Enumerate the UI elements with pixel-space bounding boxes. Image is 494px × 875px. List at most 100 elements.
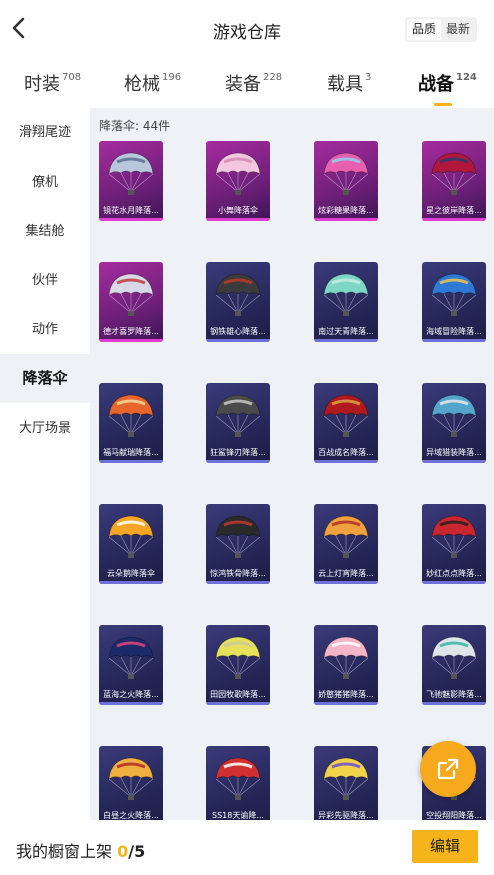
parachute-item-card[interactable]: 云朵鹅降落伞: [99, 504, 163, 584]
item-name: 异彩先驱降落...: [318, 811, 374, 820]
sidebar-item-parachute[interactable]: 降落伞: [0, 354, 90, 403]
item-name: 白昼之火降落...: [103, 811, 159, 820]
parachute-item-card[interactable]: 炫彩糖果降落...: [314, 141, 378, 221]
parachute-item-card[interactable]: 福马献瑞降落...: [99, 383, 163, 463]
tab-equipment[interactable]: 装备 228: [225, 70, 282, 96]
parachute-item-card[interactable]: 镜花水月降落...: [99, 141, 163, 221]
parachute-icon: [108, 757, 154, 800]
parachute-item-card[interactable]: 妙红点点降落...: [422, 504, 486, 584]
parachute-icon: [108, 636, 154, 679]
parachute-item-card[interactable]: 异域猎装降落...: [422, 383, 486, 463]
parachute-item-card[interactable]: 小舞降落伞: [206, 141, 270, 221]
tab-fashion[interactable]: 时装 708: [24, 70, 81, 96]
item-name: 空投翔阳降落...: [426, 811, 482, 820]
item-name: 南过天青降落...: [318, 327, 374, 336]
item-name: 云朵鹅降落伞: [107, 569, 155, 578]
item-name: 异域猎装降落...: [426, 448, 482, 457]
parachute-item-card[interactable]: 钢铁雄心降落...: [206, 262, 270, 342]
rarity-bar: [314, 218, 378, 221]
tab-label: 枪械: [124, 74, 160, 95]
parachute-item-card[interactable]: 蓝海之火降落...: [99, 625, 163, 705]
parachute-item-card[interactable]: 惊鸿铁骨降落...: [206, 504, 270, 584]
parachute-icon: [108, 515, 154, 558]
tab-label: 时装: [24, 74, 60, 95]
active-tab-indicator: [434, 103, 452, 106]
sidebar-item-glide-trail[interactable]: 滑翔尾迹: [0, 108, 90, 157]
item-name: 小舞降落伞: [218, 206, 258, 215]
parachute-icon: [323, 273, 369, 316]
tab-count: 196: [162, 72, 182, 83]
warehouse-page: 游戏仓库 品质 最新 时装 708 枪械 196 装备 228 载具 3 战备 124 滑…: [0, 0, 494, 875]
item-name: 海域冒险降落...: [426, 327, 482, 336]
item-name: 妙红点点降落...: [426, 569, 482, 578]
tab-label: 载具: [327, 74, 363, 95]
item-name: 钢铁雄心降落...: [210, 327, 266, 336]
sidebar-item-wingman[interactable]: 僚机: [0, 158, 90, 207]
parachute-icon: [323, 636, 369, 679]
parachute-icon: [431, 636, 477, 679]
parachute-item-card[interactable]: 狂鲨锋刃降落...: [206, 383, 270, 463]
parachute-item-card[interactable]: 异彩先驱降落...: [314, 746, 378, 820]
item-name: SS18天谕降...: [212, 811, 264, 820]
parachute-item-card[interactable]: 海域冒险降落...: [422, 262, 486, 342]
item-name: 惊鸿铁骨降落...: [210, 569, 266, 578]
tab-weapons[interactable]: 枪械 196: [124, 70, 181, 96]
item-name: 飞驰魅影降落...: [426, 690, 482, 699]
parachute-item-card[interactable]: 星之彼岸降落...: [422, 141, 486, 221]
parachute-item-card[interactable]: SS18天谕降...: [206, 746, 270, 820]
showcase-current-count: 0: [117, 842, 129, 861]
sort-toggle: 品质 最新: [405, 17, 477, 42]
rarity-bar: [422, 339, 486, 342]
sidebar-item-emote[interactable]: 动作: [0, 305, 90, 354]
rarity-bar: [206, 702, 270, 705]
sidebar: 滑翔尾迹 僚机 集结舱 伙伴 动作 降落伞 大厅场景: [0, 108, 90, 820]
parachute-icon: [215, 515, 261, 558]
item-name: 镜花水月降落...: [103, 206, 159, 215]
parachute-item-card[interactable]: 百战成名降落...: [314, 383, 378, 463]
rarity-bar: [206, 339, 270, 342]
parachute-icon: [215, 757, 261, 800]
item-name: 百战成名降落...: [318, 448, 374, 457]
parachute-item-card[interactable]: 娇憨猪猪降落...: [314, 625, 378, 705]
tab-readiness[interactable]: 战备 124: [418, 70, 477, 106]
rarity-bar: [99, 581, 163, 584]
rarity-bar: [314, 460, 378, 463]
sidebar-item-lobby-scene[interactable]: 大厅场景: [0, 404, 90, 453]
parachute-icon: [108, 273, 154, 316]
rarity-bar: [206, 218, 270, 221]
showcase-max-count: /5: [128, 842, 146, 861]
tab-vehicles[interactable]: 载具 3: [327, 70, 371, 96]
rarity-bar: [314, 581, 378, 584]
parachute-item-card[interactable]: 南过天青降落...: [314, 262, 378, 342]
sidebar-item-assembly-pod[interactable]: 集结舱: [0, 207, 90, 256]
parachute-item-card[interactable]: 田园牧歌降落...: [206, 625, 270, 705]
tab-count: 124: [456, 72, 477, 83]
parachute-item-card[interactable]: 飞驰魅影降落...: [422, 625, 486, 705]
item-count-label: 降落伞: 44件: [99, 119, 171, 133]
item-name: 德才喜罗降落...: [103, 327, 159, 336]
item-name: 福马献瑞降落...: [103, 448, 159, 457]
rarity-bar: [99, 702, 163, 705]
parachute-icon: [431, 515, 477, 558]
sidebar-item-companion[interactable]: 伙伴: [0, 256, 90, 305]
parachute-item-card[interactable]: 白昼之火降落...: [99, 746, 163, 820]
sort-newest-button[interactable]: 最新: [441, 19, 475, 40]
parachute-item-card[interactable]: 云上灯宵降落...: [314, 504, 378, 584]
rarity-bar: [314, 702, 378, 705]
parachute-item-card[interactable]: 德才喜罗降落...: [99, 262, 163, 342]
tab-count: 3: [365, 72, 372, 83]
item-name: 蓝海之火降落...: [103, 690, 159, 699]
tab-count: 228: [263, 72, 283, 83]
share-button[interactable]: [420, 741, 476, 797]
sort-quality-button[interactable]: 品质: [407, 19, 441, 40]
rarity-bar: [422, 460, 486, 463]
parachute-icon: [215, 636, 261, 679]
item-grid-panel: 降落伞: 44件 镜花水月降落... 小舞降落伞 炫彩糖果降落... 星之彼岸降落..…: [90, 108, 494, 820]
parachute-icon: [215, 152, 261, 195]
item-name: 娇憨猪猪降落...: [318, 690, 374, 699]
rarity-bar: [422, 702, 486, 705]
item-name: 云上灯宵降落...: [318, 569, 374, 578]
rarity-bar: [99, 339, 163, 342]
tab-count: 708: [62, 72, 82, 83]
edit-button[interactable]: 编辑: [412, 830, 478, 863]
